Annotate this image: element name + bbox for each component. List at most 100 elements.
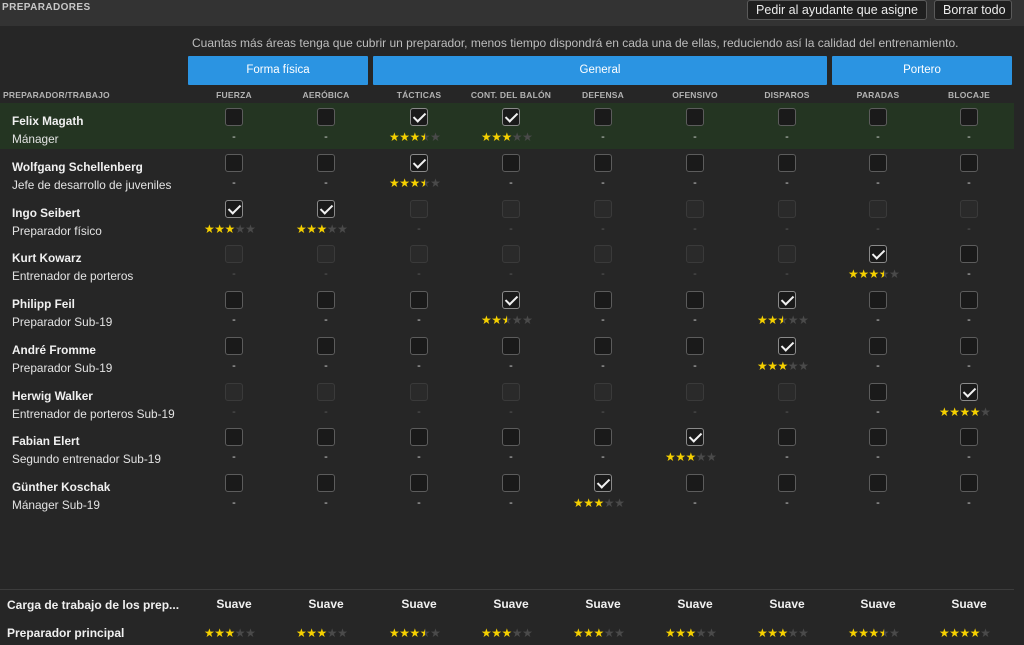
assignment-checkbox-disparos[interactable] xyxy=(778,108,796,126)
coach-name[interactable]: Kurt Kowarz xyxy=(12,251,81,265)
assignment-checkbox-blocaje[interactable] xyxy=(960,382,978,401)
column-header-fuerza[interactable]: FUERZA xyxy=(189,90,279,100)
assignment-checkbox-paradas[interactable] xyxy=(869,428,887,447)
assignment-checkbox-disparos[interactable] xyxy=(778,291,796,309)
column-header-aerobica[interactable]: AERÓBICA xyxy=(281,90,371,100)
assignment-checkbox-paradas[interactable] xyxy=(869,153,887,172)
column-header-cont-del-balon[interactable]: CONT. DEL BALÓN xyxy=(466,90,556,100)
assignment-checkbox-ofensivo[interactable] xyxy=(686,336,704,355)
column-header-blocaje[interactable]: BLOCAJE xyxy=(924,90,1014,100)
column-header-paradas[interactable]: PARADAS xyxy=(833,90,923,100)
clear-all-button[interactable]: Borrar todo xyxy=(934,0,1012,20)
star-icon: ★ xyxy=(695,626,707,640)
rating-empty: - xyxy=(785,131,789,143)
column-header-tacticas[interactable]: TÁCTICAS xyxy=(374,90,464,100)
group-header-fitness: Forma física xyxy=(188,56,368,85)
assignment-checkbox-blocaje[interactable] xyxy=(960,474,978,492)
assignment-checkbox-fuerza[interactable] xyxy=(225,336,243,355)
coach-name[interactable]: André Fromme xyxy=(12,343,96,357)
assignment-checkbox-paradas[interactable] xyxy=(869,108,887,126)
coach-name[interactable]: Fabian Elert xyxy=(12,434,80,448)
assignment-checkbox-fuerza[interactable] xyxy=(225,474,243,492)
assignment-checkbox-disparos[interactable] xyxy=(778,153,796,172)
assignment-checkbox-ofensivo[interactable] xyxy=(686,153,704,172)
assignment-checkbox-defensa[interactable] xyxy=(594,474,612,492)
assignment-checkbox-disparos[interactable] xyxy=(778,474,796,492)
group-header-goalkeeper: Portero xyxy=(832,56,1012,85)
assignment-checkbox-aerobica[interactable] xyxy=(317,474,335,492)
assignment-checkbox-aerobica[interactable] xyxy=(317,153,335,172)
assignment-checkbox-tacticas[interactable] xyxy=(410,153,428,172)
assignment-checkbox-defensa[interactable] xyxy=(594,153,612,172)
assignment-checkbox-disparos[interactable] xyxy=(778,336,796,355)
assignment-checkbox-aerobica[interactable] xyxy=(317,428,335,447)
panel-title: PREPARADORES xyxy=(2,2,91,13)
assignment-checkbox-cont-del-balon[interactable] xyxy=(502,291,520,309)
assignment-checkbox-blocaje[interactable] xyxy=(960,153,978,172)
star-icon: ★ xyxy=(419,626,431,640)
coach-name[interactable]: Wolfgang Schellenberg xyxy=(12,160,143,174)
star-icon: ★ xyxy=(389,175,400,190)
assignment-checkbox-blocaje[interactable] xyxy=(960,108,978,126)
coach-name[interactable]: Ingo Seibert xyxy=(12,206,80,220)
assignment-checkbox-cont-del-balon[interactable] xyxy=(502,108,520,126)
assignment-checkbox-cont-del-balon[interactable] xyxy=(502,153,520,172)
assignment-checkbox-fuerza[interactable] xyxy=(225,199,243,218)
assignment-checkbox-ofensivo[interactable] xyxy=(686,291,704,309)
assignment-checkbox-fuerza[interactable] xyxy=(225,108,243,126)
rating-stars: ★★★★★ xyxy=(481,130,533,144)
assignment-checkbox-fuerza[interactable] xyxy=(225,153,243,172)
assignment-checkbox-aerobica[interactable] xyxy=(317,336,335,355)
column-header-disparos[interactable]: DISPAROS xyxy=(742,90,832,100)
star-icon: ★ xyxy=(878,267,890,282)
assignment-checkbox-cont-del-balon[interactable] xyxy=(502,428,520,447)
assignment-checkbox-cont-del-balon[interactable] xyxy=(502,336,520,355)
assignment-checkbox-tacticas[interactable] xyxy=(410,336,428,355)
rating-empty: - xyxy=(232,176,236,189)
column-header-defensa[interactable]: DEFENSA xyxy=(558,90,648,100)
coach-name[interactable]: Günther Koschak xyxy=(12,480,110,494)
assignment-checkbox-tacticas[interactable] xyxy=(410,108,428,126)
coach-name[interactable]: Herwig Walker xyxy=(12,389,93,403)
rating-empty: - xyxy=(693,268,697,281)
rating-empty: - xyxy=(967,451,971,464)
ask-assistant-button[interactable]: Pedir al ayudante que asigne xyxy=(747,0,927,20)
assignment-checkbox-tacticas[interactable] xyxy=(410,291,428,309)
assignment-checkbox-aerobica[interactable] xyxy=(317,291,335,309)
assignment-checkbox-paradas[interactable] xyxy=(869,382,887,401)
assignment-checkbox-defensa[interactable] xyxy=(594,428,612,447)
assignment-checkbox-paradas[interactable] xyxy=(869,336,887,355)
assignment-checkbox-defensa[interactable] xyxy=(594,291,612,309)
assignment-checkbox-paradas[interactable] xyxy=(869,291,887,309)
star-icon: ★ xyxy=(501,313,513,327)
assignment-checkbox-blocaje[interactable] xyxy=(960,291,978,309)
assignment-checkbox-ofensivo[interactable] xyxy=(686,428,704,447)
column-header-ofensivo[interactable]: OFENSIVO xyxy=(650,90,740,100)
principal-coach-rating: ★★★★★ xyxy=(481,627,533,639)
assignment-checkbox-defensa[interactable] xyxy=(594,108,612,126)
assignment-checkbox-aerobica[interactable] xyxy=(317,108,335,126)
assignment-checkbox-blocaje[interactable] xyxy=(960,336,978,355)
assignment-checkbox-disparos[interactable] xyxy=(778,428,796,447)
assignment-checkbox-defensa[interactable] xyxy=(594,336,612,355)
coach-role: Entrenador de porteros Sub-19 xyxy=(12,406,175,421)
coach-name[interactable]: Felix Magath xyxy=(12,114,83,128)
assignment-checkbox-blocaje[interactable] xyxy=(960,428,978,447)
assignment-checkbox-cont-del-balon[interactable] xyxy=(502,474,520,492)
assignment-checkbox-tacticas[interactable] xyxy=(410,428,428,447)
assignment-checkbox-ofensivo[interactable] xyxy=(686,474,704,492)
star-icon: ★ xyxy=(491,130,502,144)
assignment-checkbox-fuerza[interactable] xyxy=(225,291,243,309)
rating-empty: - xyxy=(417,359,421,372)
assignment-checkbox-paradas[interactable] xyxy=(869,474,887,492)
coach-name[interactable]: Philipp Feil xyxy=(12,297,75,311)
star-icon: ★ xyxy=(665,626,676,640)
assignment-checkbox-aerobica[interactable] xyxy=(317,199,335,218)
assignment-checkbox-blocaje[interactable] xyxy=(960,245,978,264)
assignment-checkbox-disparos xyxy=(778,245,796,264)
assignment-checkbox-fuerza[interactable] xyxy=(225,428,243,447)
assignment-checkbox-ofensivo[interactable] xyxy=(686,108,704,126)
rating-empty: - xyxy=(417,497,421,509)
assignment-checkbox-tacticas[interactable] xyxy=(410,474,428,492)
assignment-checkbox-paradas[interactable] xyxy=(869,245,887,264)
